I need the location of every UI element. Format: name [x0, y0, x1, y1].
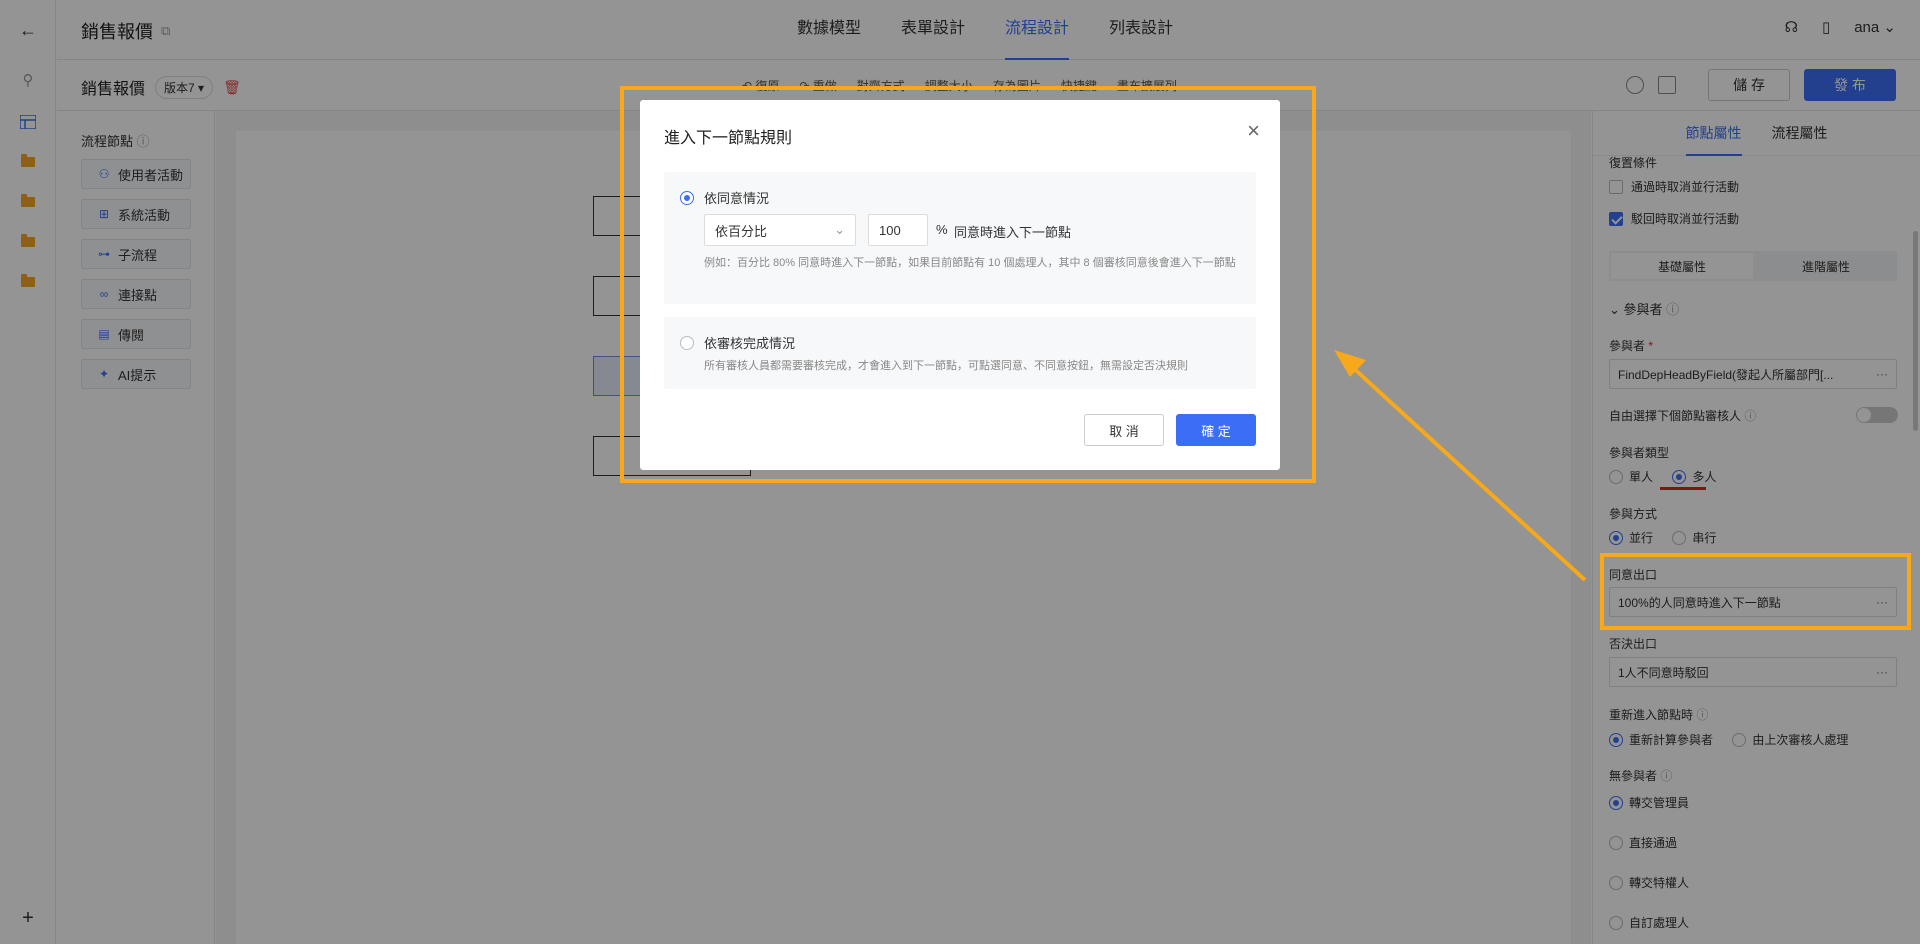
- annotation-modal-highlight: [620, 86, 1316, 483]
- annotation-agree-exit-highlight: [1600, 553, 1911, 630]
